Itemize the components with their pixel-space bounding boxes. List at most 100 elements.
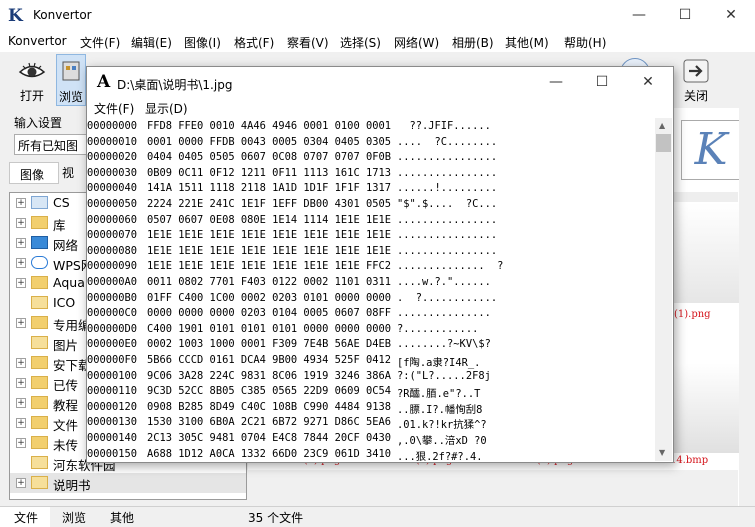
tree-item-label: CS — [53, 195, 70, 210]
close-button[interactable]: ✕ — [708, 0, 754, 31]
tab-image[interactable]: 图像 — [9, 162, 59, 184]
expand-icon[interactable]: + — [16, 258, 26, 268]
hex-off: 00000100 — [87, 369, 138, 382]
expand-icon[interactable]: + — [16, 218, 26, 228]
menu-album[interactable]: 相册(B) — [452, 34, 494, 51]
thumb-caption-1: (1).png — [674, 309, 711, 320]
expand-icon[interactable]: + — [16, 478, 26, 488]
hex-off: 00000060 — [87, 213, 138, 226]
hex-bytes: 0011 0802 7701 F403 0122 0002 1101 0311 — [147, 276, 391, 288]
viewer-minimize-button[interactable]: — — [533, 67, 579, 98]
hex-ascii: ?R醽.脜.e"?..T — [397, 388, 481, 401]
thumbnail-1[interactable] — [672, 203, 748, 303]
format-select[interactable]: 所有已知图 — [14, 134, 94, 155]
app-logo-icon: K — [8, 6, 23, 26]
hex-off: 000000B0 — [87, 291, 138, 304]
browse-tool-button[interactable]: 浏览 — [56, 54, 86, 106]
hex-viewer-window: A D:\桌面\说明书\1.jpg — ☐ ✕ 文件(F) 显示(D) 0000… — [86, 66, 674, 463]
status-tab-files[interactable]: 文件 — [0, 507, 50, 527]
menu-other[interactable]: 其他(M) — [505, 34, 549, 51]
hex-ascii: ??.JFIF...... — [397, 120, 491, 132]
cloud-icon — [31, 256, 48, 269]
tree-item-label: 已传 — [53, 378, 79, 393]
hex-bytes: 0B09 0C11 0F12 1211 0F11 1113 161C 1713 — [147, 166, 391, 179]
folder-icon — [31, 316, 48, 329]
hex-bytes: 1E1E 1E1E 1E1E 1E1E 1E1E 1E1E 1E1E 1E1E — [147, 244, 391, 257]
expand-icon[interactable]: + — [16, 418, 26, 428]
hex-ascii: ?............ — [397, 322, 479, 335]
menu-file[interactable]: 文件(F) — [80, 34, 120, 51]
close-label: 关闭 — [683, 89, 708, 103]
browse-icon — [62, 61, 80, 81]
folder-icon — [31, 456, 48, 469]
tree-item-label: Aqua — [53, 275, 85, 290]
menu-select[interactable]: 选择(S) — [340, 34, 381, 51]
viewer-scrollbar[interactable]: ▲ ▼ — [655, 118, 672, 461]
hex-bytes: 9C3D 52CC 8B05 C385 0565 22D9 0609 0C54 — [147, 385, 391, 398]
folder-icon — [31, 356, 48, 369]
thumb-footer — [248, 470, 738, 506]
status-tab-other[interactable]: 其他 — [110, 509, 134, 526]
browse-label: 浏览 — [58, 90, 83, 104]
open-tool-button[interactable]: 打开 — [12, 54, 52, 106]
hex-off: 000000C0 — [87, 307, 138, 320]
menu-help[interactable]: 帮助(H) — [564, 34, 606, 51]
hex-off: 00000050 — [87, 198, 138, 210]
expand-icon[interactable]: + — [16, 358, 26, 368]
tree-item-label: 未传 — [53, 438, 79, 453]
library-icon — [31, 216, 48, 229]
expand-icon[interactable]: + — [16, 398, 26, 408]
hex-ascii: ...狠.2f?#?.4. — [397, 450, 483, 461]
konvertor-logo-icon: K — [681, 120, 741, 180]
scroll-thumb[interactable] — [656, 134, 671, 152]
hex-ascii: . ?............ — [397, 291, 498, 304]
menu-view[interactable]: 察看(V) — [287, 34, 329, 51]
viewer-close-button[interactable]: ✕ — [625, 67, 671, 98]
menu-format[interactable]: 格式(F) — [234, 34, 274, 51]
tree-item-label: 说明书 — [53, 478, 91, 493]
tab-video[interactable]: 视 — [62, 164, 74, 181]
expand-icon[interactable]: + — [16, 198, 26, 208]
expand-icon[interactable]: + — [16, 238, 26, 248]
expand-icon[interactable]: + — [16, 378, 26, 388]
hex-bytes: 1E1E 1E1E 1E1E 1E1E 1E1E 1E1E 1E1E 1E1E — [147, 229, 391, 242]
viewer-menu-display[interactable]: 显示(D) — [145, 100, 188, 117]
folder-icon — [31, 436, 48, 449]
hex-ascii: ................ — [397, 166, 498, 179]
hex-off: 000000F0 — [87, 354, 138, 366]
hex-off: 00000140 — [87, 432, 138, 444]
scroll-down-icon[interactable]: ▼ — [659, 448, 665, 457]
hex-ascii: ?:("L?.....2F8j — [397, 369, 491, 382]
status-tab-browse[interactable]: 浏览 — [62, 509, 86, 526]
maximize-button[interactable]: ☐ — [662, 0, 708, 31]
viewer-maximize-button[interactable]: ☐ — [579, 67, 625, 98]
minimize-button[interactable]: — — [616, 0, 662, 31]
hex-ascii: "$".$.... ?C... — [397, 198, 498, 210]
expand-icon[interactable]: + — [16, 438, 26, 448]
close-tool-button[interactable]: 关闭 — [676, 54, 716, 106]
viewer-menu-bar: 文件(F) 显示(D) — [87, 98, 673, 118]
hex-ascii: ................ — [397, 244, 498, 257]
hex-ascii: ................ — [397, 229, 498, 242]
menu-konvertor[interactable]: Konvertor — [8, 34, 67, 48]
scroll-up-icon[interactable]: ▲ — [659, 121, 665, 130]
thumbnail-5[interactable] — [672, 363, 748, 453]
tree-item-label: 图片 — [53, 338, 79, 353]
hex-off: 00000040 — [87, 182, 138, 195]
hex-ascii: ........?~KV\$? — [397, 338, 491, 351]
hex-off: 000000A0 — [87, 276, 138, 288]
hex-off: 00000000 — [87, 120, 138, 132]
menu-edit[interactable]: 编辑(E) — [131, 34, 172, 51]
tree-item-manual[interactable]: + 说明书 — [10, 473, 246, 493]
expand-icon[interactable]: + — [16, 318, 26, 328]
viewer-menu-file[interactable]: 文件(F) — [94, 100, 134, 117]
expand-icon[interactable]: + — [16, 278, 26, 288]
hex-off: 00000070 — [87, 229, 138, 242]
menu-image[interactable]: 图像(I) — [184, 34, 221, 51]
hex-bytes: 0002 1003 1000 0001 F309 7E4B 56AE D4EB — [147, 338, 391, 351]
input-settings-label: 输入设置 — [14, 116, 63, 130]
menu-network[interactable]: 网络(W) — [394, 34, 439, 51]
thumbnail-scrollbar[interactable] — [739, 108, 755, 506]
network-icon — [31, 236, 48, 249]
open-label: 打开 — [19, 89, 44, 103]
